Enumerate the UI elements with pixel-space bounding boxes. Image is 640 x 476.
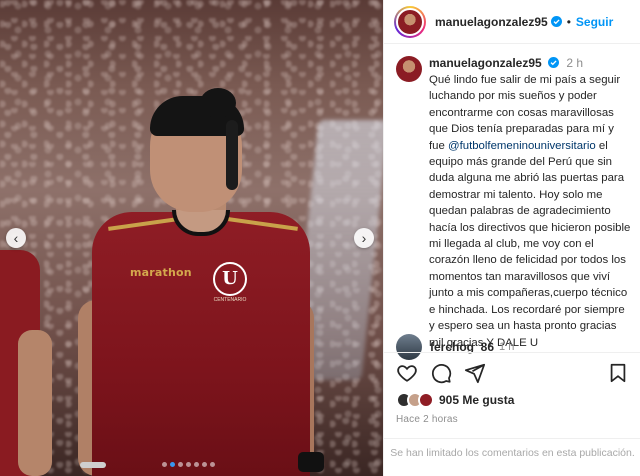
likes-count[interactable]: 905 Me gusta — [439, 393, 514, 407]
mention-link[interactable]: @futbolfemeninouniversitario — [448, 140, 596, 152]
caption-body: manuelagonzalez95 2 h Qué lindo fue sali… — [429, 56, 631, 349]
follow-button[interactable]: Seguir — [576, 15, 613, 29]
jersey-brand: marathon — [130, 266, 192, 279]
bracelet — [80, 462, 106, 468]
avatar-image — [396, 56, 422, 82]
verified-badge-icon — [548, 57, 560, 68]
carousel-dot — [178, 462, 183, 467]
posted-time: Hace 2 horas — [396, 414, 458, 425]
post-side-panel: manuelagonzalez95 • Seguir manuelagonzal… — [383, 0, 640, 476]
post-header: manuelagonzalez95 • Seguir — [384, 0, 640, 44]
action-icons — [396, 361, 629, 385]
caption-text-part2: el equipo más grande del Perú que sin du… — [429, 139, 631, 349]
post-photo[interactable]: marathon U CENTENARIO ‹ › — [0, 0, 383, 476]
bookmark-icon[interactable] — [607, 362, 629, 384]
share-icon[interactable] — [464, 362, 486, 384]
caption-text: Qué lindo fue salir de mi país a seguir … — [429, 72, 631, 351]
author-avatar[interactable] — [394, 5, 426, 38]
caption-username[interactable]: manuelagonzalez95 — [429, 56, 542, 70]
comment-icon[interactable] — [430, 362, 452, 384]
club-crest-sub: CENTENARIO — [213, 297, 247, 303]
caption-avatar[interactable] — [396, 56, 422, 82]
separator-dot: • — [566, 14, 571, 29]
wristwatch — [298, 452, 324, 472]
likes-row[interactable]: 905 Me gusta — [396, 391, 629, 409]
avatar-image — [396, 7, 424, 36]
action-bar: 905 Me gusta Hace 2 horas — [384, 352, 640, 425]
previous-photo-button[interactable]: ‹ — [6, 228, 26, 248]
carousel-dot — [170, 462, 175, 467]
next-photo-button[interactable]: › — [354, 228, 374, 248]
carousel-dot — [194, 462, 199, 467]
chevron-right-icon: › — [361, 230, 367, 246]
caption-time[interactable]: 2 h — [566, 56, 583, 70]
caption-header: manuelagonzalez95 2 h — [429, 56, 631, 70]
heart-icon[interactable] — [396, 362, 418, 384]
comments-limited-notice: Se han limitado los comentarios en esta … — [384, 438, 640, 461]
author-username[interactable]: manuelagonzalez95 — [435, 15, 548, 29]
player-braid — [226, 120, 238, 190]
carousel-dot — [186, 462, 191, 467]
chevron-left-icon: ‹ — [13, 230, 19, 246]
likes-label: Me gusta — [462, 393, 515, 407]
club-crest: U — [213, 262, 247, 296]
carousel-dot — [202, 462, 207, 467]
verified-badge-icon — [550, 16, 562, 27]
caption: manuelagonzalez95 2 h Qué lindo fue sali… — [384, 45, 640, 349]
carousel-dot — [162, 462, 167, 467]
likes-number: 905 — [439, 393, 460, 407]
liker-avatar — [418, 392, 434, 408]
teammate-arm — [18, 330, 52, 476]
carousel-dot — [210, 462, 215, 467]
player-hair-bun — [200, 88, 236, 118]
carousel-dots — [162, 462, 215, 467]
player-jersey — [92, 212, 310, 476]
